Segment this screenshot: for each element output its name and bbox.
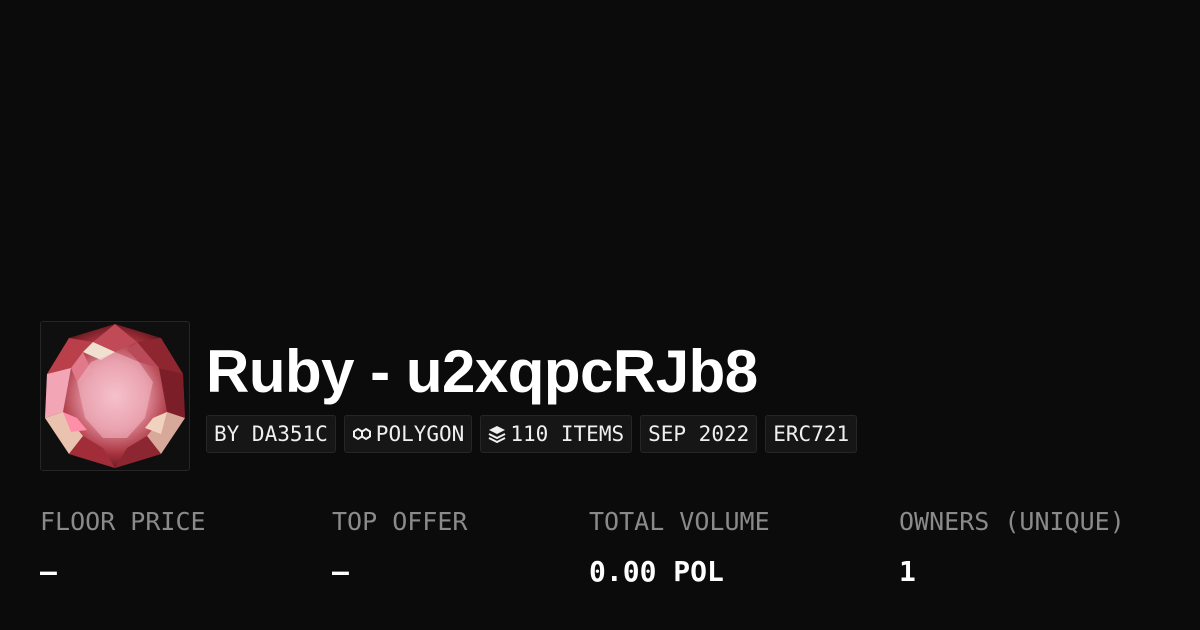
chain-chip-label: POLYGON (375, 422, 465, 446)
stat-value: 1 (899, 555, 916, 588)
layers-icon (488, 425, 506, 443)
chain-chip[interactable]: POLYGON (343, 415, 473, 453)
stat-total-volume: TOTAL VOLUME 0.00 POL (589, 505, 770, 589)
collection-avatar (40, 321, 190, 471)
stat-floor-price: FLOOR PRICE — (40, 505, 206, 589)
items-count-label: 110 ITEMS (510, 422, 625, 446)
stat-label: TOTAL VOLUME (589, 507, 770, 536)
stat-label: FLOOR PRICE (40, 507, 206, 536)
stat-top-offer: TOP OFFER — (332, 505, 467, 589)
polygon-chain-icon (352, 425, 372, 443)
created-date-label: SEP 2022 (648, 422, 750, 446)
token-standard-chip: ERC721 (765, 415, 858, 453)
created-date-chip: SEP 2022 (640, 415, 758, 453)
stat-label: OWNERS (UNIQUE) (899, 507, 1125, 536)
creator-chip[interactable]: BY DA351C (206, 415, 336, 453)
token-standard-label: ERC721 (773, 422, 850, 446)
collection-stats: FLOOR PRICE — TOP OFFER — TOTAL VOLUME 0… (0, 505, 1200, 605)
stat-value: 0.00 POL (589, 555, 724, 588)
collection-title: Ruby - u2xqpcRJb8 (206, 338, 758, 405)
creator-chip-label: BY DA351C (214, 422, 328, 446)
stat-value: — (40, 555, 57, 588)
items-count-chip[interactable]: 110 ITEMS (480, 415, 633, 453)
ruby-gem-icon (45, 324, 185, 468)
stat-value: — (332, 555, 349, 588)
stat-owners-unique: OWNERS (UNIQUE) 1 (899, 505, 1125, 589)
collection-meta-chips: BY DA351C POLYGON 110 ITEMS SEP 2022 ERC… (206, 415, 858, 453)
stat-label: TOP OFFER (332, 507, 468, 536)
